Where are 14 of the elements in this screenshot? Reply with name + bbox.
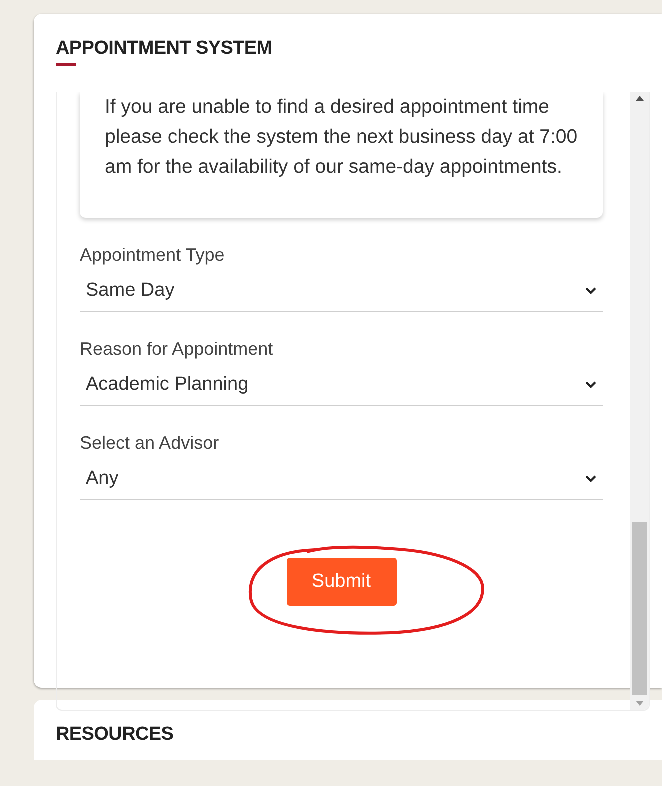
chevron-icon (585, 380, 597, 388)
card-title: APPOINTMENT SYSTEM (56, 37, 272, 61)
field-label: Reason for Appointment (80, 338, 274, 361)
chevron-icon (585, 474, 597, 482)
chevron-icon (585, 286, 597, 294)
field-label: Appointment Type (80, 244, 226, 267)
title-underline (56, 63, 76, 66)
field-label: Select an Advisor (80, 432, 220, 455)
scroll-up-icon[interactable] (636, 96, 644, 101)
notice-text: If you are unable to find a desired appointment time please check the system the next business day at 7:00 am for the availability of our same-day appointments. (105, 95, 579, 180)
card-title: RESOURCES (56, 723, 174, 747)
scroll-thumb[interactable] (632, 522, 647, 695)
scrollbar[interactable] (630, 92, 649, 710)
scroll-down-icon[interactable] (636, 701, 644, 706)
